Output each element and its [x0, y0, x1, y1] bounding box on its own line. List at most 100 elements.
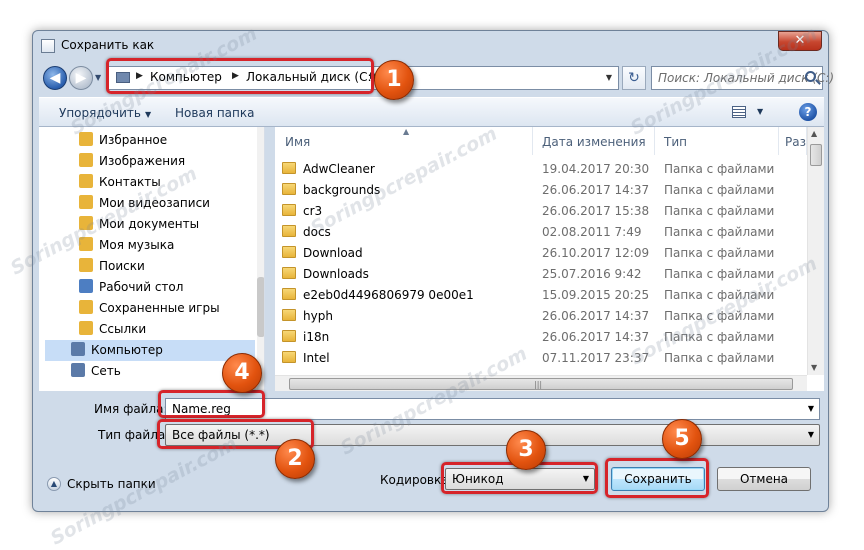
sidebar-item-computer[interactable]: Компьютер: [45, 340, 255, 361]
file-type: Папка с файлами: [664, 330, 775, 344]
column-header-name[interactable]: Имя ▲: [275, 127, 533, 155]
search-icon[interactable]: [805, 71, 816, 82]
chevron-down-icon[interactable]: ▼: [583, 474, 589, 483]
sidebar-item-network[interactable]: Сеть: [71, 361, 241, 382]
help-icon[interactable]: ?: [799, 103, 817, 121]
breadcrumb-local-disk[interactable]: Локальный диск (C:): [246, 70, 376, 84]
column-name-label: Имя: [285, 135, 311, 149]
search-input[interactable]: Поиск: Локальный диск (C:): [651, 66, 834, 90]
file-date: 25.07.2016 9:42: [542, 267, 642, 281]
filename-field[interactable]: Name.reg ▼: [165, 398, 820, 420]
file-date: 02.08.2011 7:49: [542, 225, 642, 239]
table-row[interactable]: hyph 26.06.2017 14:37 Папка с файлами: [275, 306, 805, 327]
breadcrumb-computer[interactable]: Компьютер: [150, 70, 222, 84]
table-row[interactable]: cr3 26.06.2017 15:38 Папка с файлами: [275, 201, 805, 222]
filename-value: Name.reg: [172, 402, 231, 416]
close-button[interactable]: ✕: [778, 31, 822, 51]
sidebar-item-searches[interactable]: Поиски: [79, 256, 249, 277]
history-dropdown-icon[interactable]: ▼: [95, 73, 101, 82]
folder-icon: [282, 204, 296, 216]
horizontal-scrollbar[interactable]: |||: [275, 375, 807, 391]
scrollbar-thumb[interactable]: [810, 144, 822, 166]
sidebar-item-videos[interactable]: Мои видеозаписи: [79, 193, 249, 214]
column-header-size[interactable]: Разм: [779, 127, 807, 155]
forward-button[interactable]: ▶: [69, 66, 93, 90]
file-date: 26.06.2017 14:37: [542, 183, 650, 197]
sidebar-item-label: Рабочий стол: [99, 280, 184, 294]
encoding-label: Кодировка:: [380, 473, 453, 487]
title-bar: Сохранить как ✕: [33, 31, 828, 61]
file-date: 26.06.2017 15:38: [542, 204, 650, 218]
sidebar-item-links[interactable]: Ссылки: [79, 319, 249, 340]
folder-icon: [282, 246, 296, 258]
filename-label: Имя файла:: [94, 402, 168, 416]
step-badge-3: 3: [506, 430, 546, 470]
encoding-value: Юникод: [452, 472, 504, 486]
refresh-button[interactable]: ↻: [622, 66, 646, 90]
sidebar-item-music[interactable]: Моя музыка: [79, 235, 249, 256]
chevron-down-icon[interactable]: ▼: [808, 430, 814, 439]
table-row[interactable]: i18n 26.06.2017 14:37 Папка с файлами: [275, 327, 805, 348]
file-type: Папка с файлами: [664, 162, 775, 176]
sidebar-item-label: Контакты: [99, 175, 161, 189]
file-date: 19.04.2017 20:30: [542, 162, 650, 176]
view-options-icon[interactable]: [732, 106, 746, 118]
table-row[interactable]: Downloads 25.07.2016 9:42 Папка с файлам…: [275, 264, 805, 285]
star-folder-icon: [79, 132, 93, 146]
chevron-down-icon[interactable]: ▼: [808, 404, 814, 413]
sidebar-item-label: Компьютер: [91, 343, 163, 357]
table-row[interactable]: docs 02.08.2011 7:49 Папка с файлами: [275, 222, 805, 243]
column-header-date[interactable]: Дата изменения: [533, 127, 655, 155]
organize-label: Упорядочить: [59, 106, 141, 120]
table-row[interactable]: AdwCleaner 19.04.2017 20:30 Папка с файл…: [275, 159, 805, 180]
cancel-button[interactable]: Отмена: [717, 467, 811, 491]
sidebar-item-pictures[interactable]: Изображения: [79, 151, 249, 172]
desktop-folder-icon: [79, 279, 93, 293]
file-type: Папка с файлами: [664, 183, 775, 197]
filetype-select[interactable]: Все файлы (*.*) ▼: [165, 424, 820, 446]
address-dropdown-icon[interactable]: ▼: [606, 73, 612, 82]
scrollbar-thumb[interactable]: [257, 277, 264, 337]
column-size-label: Разм: [785, 135, 806, 149]
chevron-right-icon[interactable]: ▶: [136, 71, 143, 81]
navigation-pane: Избранное Изображения Контакты Мои видео…: [39, 127, 265, 391]
sidebar-item-contacts[interactable]: Контакты: [79, 172, 249, 193]
file-name: e2eb0d4496806979 0e00e1: [303, 288, 474, 302]
file-type: Папка с файлами: [664, 204, 775, 218]
table-row[interactable]: e2eb0d4496806979 0e00e1 15.09.2015 20:25…: [275, 285, 805, 306]
sidebar-item-label: Моя музыка: [99, 238, 175, 252]
scrollbar-thumb[interactable]: |||: [289, 378, 793, 390]
music-folder-icon: [79, 237, 93, 251]
folder-icon: [282, 288, 296, 300]
sidebar-item-documents[interactable]: Мои документы: [79, 214, 249, 235]
chevron-down-icon[interactable]: ▼: [757, 107, 763, 116]
encoding-select[interactable]: Юникод ▼: [445, 468, 595, 490]
address-bar[interactable]: ▶ Компьютер ▶ Локальный диск (C:) ▶ ▼: [107, 66, 619, 90]
sidebar-item-favorites[interactable]: Избранное: [79, 130, 249, 151]
file-name: AdwCleaner: [303, 162, 375, 176]
table-row[interactable]: backgrounds 26.06.2017 14:37 Папка с фай…: [275, 180, 805, 201]
sidebar-item-label: Избранное: [99, 133, 168, 147]
grip-icon: |||: [534, 380, 543, 389]
column-header-type[interactable]: Тип: [655, 127, 779, 155]
save-button[interactable]: Сохранить: [611, 467, 705, 491]
navigation-scrollbar[interactable]: [257, 127, 264, 391]
new-folder-button[interactable]: Новая папка: [175, 106, 254, 120]
table-row[interactable]: Intel 07.11.2017 23:37 Папка с файлами: [275, 348, 805, 369]
file-name: Intel: [303, 351, 330, 365]
sidebar-item-saved-games[interactable]: Сохраненные игры: [79, 298, 249, 319]
vertical-scrollbar[interactable]: ▲ ▼: [807, 127, 824, 375]
organize-button[interactable]: Упорядочить ▼: [59, 106, 151, 120]
chevron-right-icon[interactable]: ▶: [232, 71, 239, 81]
sidebar-item-label: Мои видеозаписи: [99, 196, 210, 210]
step-badge-2: 2: [275, 439, 315, 479]
back-button[interactable]: ◀: [43, 66, 67, 90]
scroll-up-icon[interactable]: ▲: [811, 129, 817, 138]
scroll-down-icon[interactable]: ▼: [811, 363, 817, 372]
table-row[interactable]: Download 26.10.2017 12:09 Папка с файлам…: [275, 243, 805, 264]
sidebar-item-desktop[interactable]: Рабочий стол: [79, 277, 249, 298]
file-name: cr3: [303, 204, 323, 218]
file-type: Папка с файлами: [664, 246, 775, 260]
command-toolbar: Упорядочить ▼ Новая папка ▼ ?: [39, 97, 824, 127]
sidebar-item-label: Сохраненные игры: [99, 301, 220, 315]
